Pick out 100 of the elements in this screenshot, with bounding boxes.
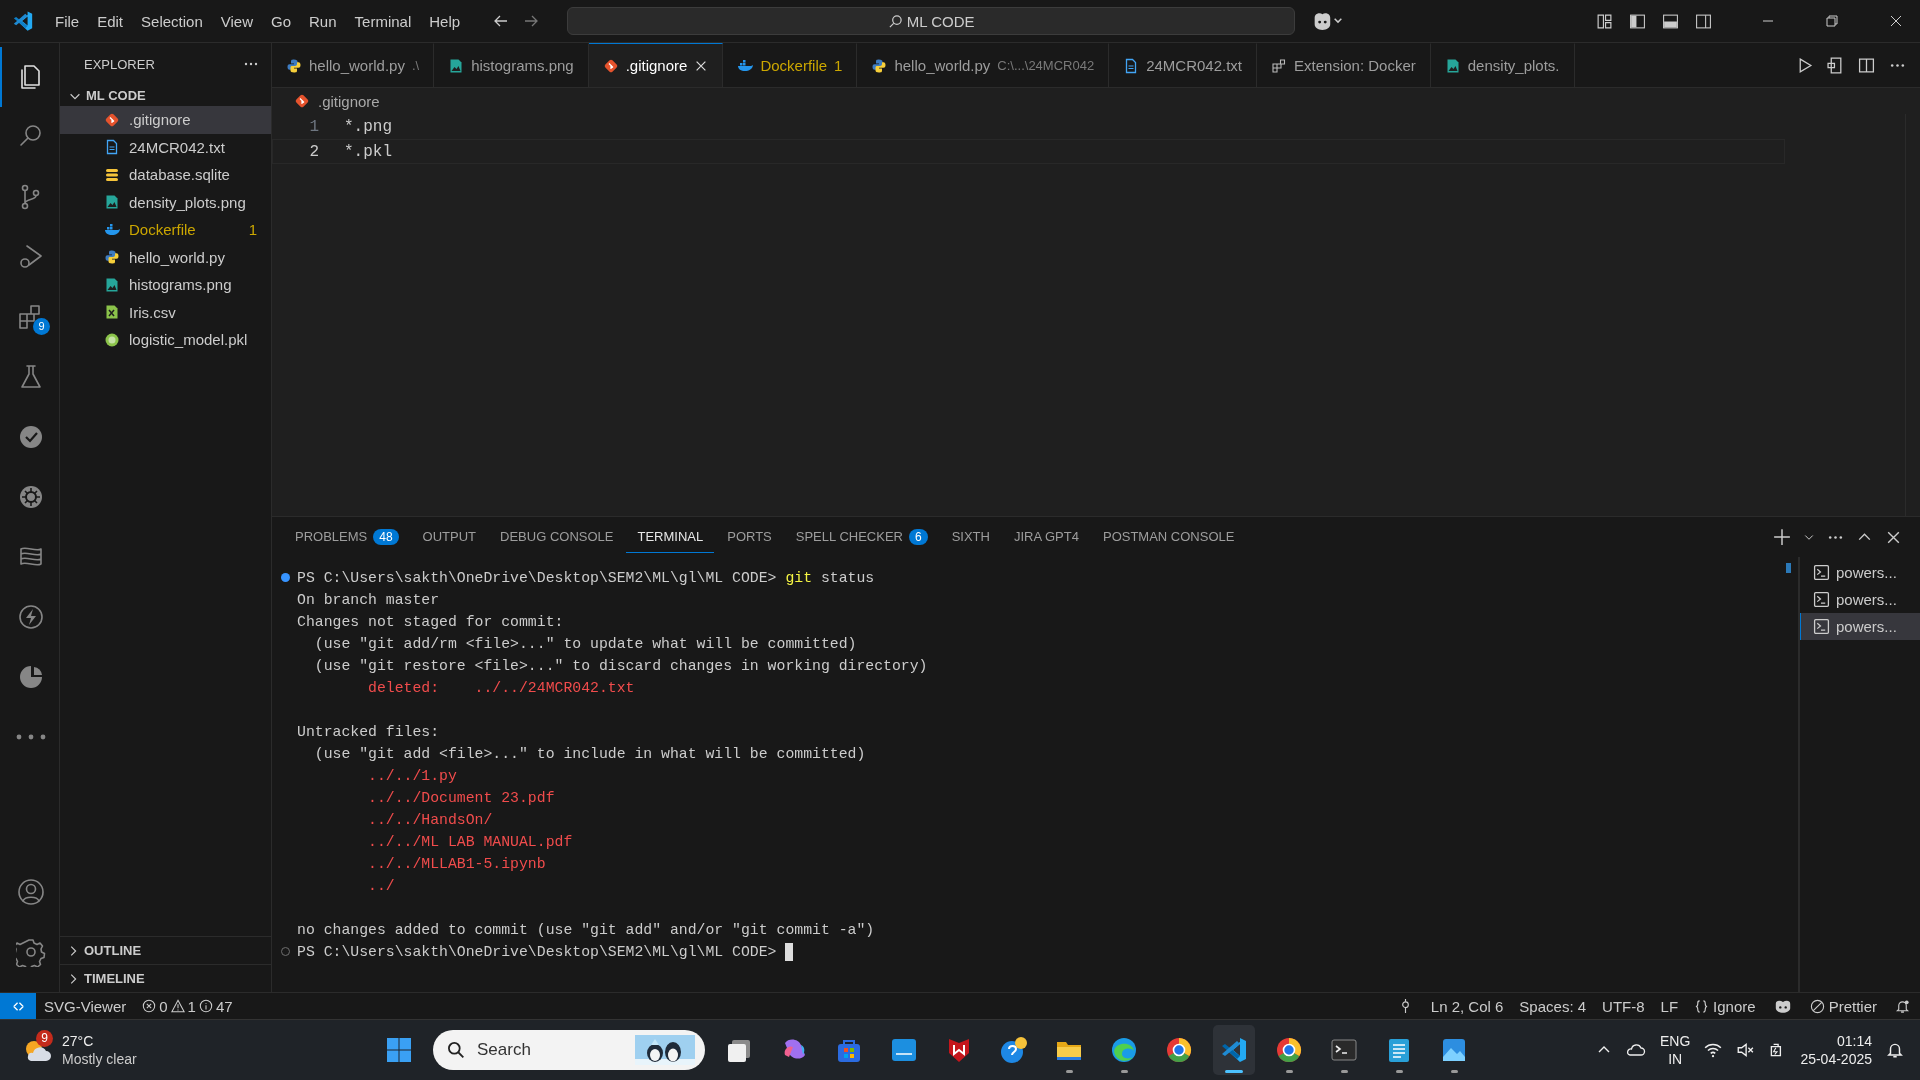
cloud-icon[interactable] bbox=[1626, 1042, 1647, 1058]
editor-tab[interactable]: hello_world.py C:\...\24MCR042 bbox=[857, 43, 1110, 87]
tree-item[interactable]: Dockerfile 1 bbox=[60, 216, 271, 244]
menu-item[interactable]: Edit bbox=[88, 8, 133, 34]
tree-item[interactable]: .gitignore bbox=[60, 106, 271, 134]
tree-item[interactable]: density_plots.png bbox=[60, 188, 271, 216]
plus-icon[interactable] bbox=[1773, 528, 1791, 546]
clock[interactable]: 01:14 25-04-2025 bbox=[1800, 1032, 1872, 1068]
wifi-icon[interactable] bbox=[1704, 1041, 1723, 1059]
editor-tab[interactable]: density_plots. bbox=[1430, 43, 1575, 87]
tree-item[interactable]: Iris.csv bbox=[60, 298, 271, 326]
weather-condition: Mostly clear bbox=[62, 1050, 137, 1068]
status-item[interactable]: UTF-8 bbox=[1594, 997, 1653, 1015]
muted-speaker-icon[interactable] bbox=[1736, 1041, 1755, 1059]
split-editor-icon[interactable] bbox=[1858, 56, 1875, 74]
scrollbar-thumb[interactable] bbox=[1786, 563, 1791, 573]
terminal-output: (use "git add/rm <file>..." to update what will be committed) bbox=[313, 636, 857, 652]
status-item[interactable]: Ln 2, Col 6 bbox=[1422, 997, 1512, 1015]
code-line: *.pkl bbox=[344, 142, 392, 161]
section-header[interactable]: OUTLINE bbox=[60, 936, 271, 964]
command-center[interactable]: ML CODE bbox=[567, 7, 1296, 35]
settings-icon bbox=[15, 937, 46, 967]
tree-item[interactable]: database.sqlite bbox=[60, 161, 271, 189]
search-icon bbox=[887, 13, 903, 29]
panel-tab[interactable]: PORTS bbox=[716, 521, 783, 553]
ring-icon[interactable] bbox=[1164, 1035, 1194, 1065]
panel-tab[interactable]: PROBLEMS 48 bbox=[284, 521, 410, 553]
tree-item[interactable]: 24MCR042.txt bbox=[60, 133, 271, 161]
menu-item[interactable]: Run bbox=[300, 8, 346, 34]
tree-item[interactable]: logistic_model.pkl bbox=[60, 326, 271, 354]
panel-tab[interactable]: SPELL CHECKER 6 bbox=[784, 521, 939, 553]
info-icon bbox=[198, 999, 213, 1013]
terminal-output: (use "git add <file>..." to include in what will be committed) bbox=[313, 746, 866, 762]
panel-tab[interactable]: OUTPUT bbox=[411, 521, 488, 553]
info-count: 47 bbox=[215, 997, 233, 1015]
status-item[interactable]: SVG-Viewer bbox=[36, 997, 135, 1015]
weather-widget[interactable]: 9 27°C Mostly clear bbox=[0, 1032, 322, 1068]
command-status-dot[interactable] bbox=[281, 573, 290, 582]
account-icon bbox=[15, 877, 46, 907]
ignore-status[interactable]: Ignore bbox=[1686, 997, 1764, 1015]
close-icon[interactable] bbox=[1888, 13, 1904, 29]
panel-tab[interactable]: TERMINAL bbox=[626, 521, 715, 553]
back-arrow-icon[interactable] bbox=[493, 13, 510, 29]
editor-tab[interactable]: hello_world.py .\ bbox=[272, 43, 435, 87]
panel-toggle-icon[interactable] bbox=[1662, 12, 1679, 30]
activity-bar-item[interactable]: 9 bbox=[0, 287, 59, 347]
browser-icon[interactable] bbox=[1109, 1035, 1139, 1065]
menu-item[interactable]: Terminal bbox=[345, 8, 421, 34]
problems-status[interactable]: 0 1 47 bbox=[134, 997, 241, 1015]
warning-icon bbox=[170, 999, 185, 1013]
terminal-output: ../ bbox=[367, 878, 395, 894]
forward-arrow-icon[interactable] bbox=[523, 13, 540, 29]
terminal-session[interactable]: powers... bbox=[1800, 613, 1920, 640]
sidebar-title: EXPLORER bbox=[84, 56, 155, 72]
panel-tab[interactable]: POSTMAN CONSOLE bbox=[1091, 521, 1246, 553]
editor-tab[interactable]: histograms.png bbox=[434, 43, 589, 87]
breadcrumb-item[interactable]: .gitignore bbox=[318, 92, 380, 110]
running-indicator bbox=[1450, 1070, 1458, 1073]
menu-item[interactable]: File bbox=[46, 8, 89, 34]
formatter-status[interactable]: Prettier bbox=[1801, 997, 1885, 1015]
ring-icon[interactable] bbox=[1274, 1035, 1304, 1065]
bell-icon[interactable] bbox=[1895, 998, 1910, 1014]
search-field[interactable]: Search bbox=[475, 1039, 625, 1061]
menu-item[interactable]: Help bbox=[420, 8, 470, 34]
copilot-icon[interactable] bbox=[1773, 998, 1792, 1014]
terminal-output: ../../HandsOn/ bbox=[367, 812, 493, 828]
tree-item[interactable]: hello_world.py bbox=[60, 243, 271, 271]
terminal-session[interactable]: powers... bbox=[1800, 586, 1920, 613]
editor-tab[interactable]: Extension: Docker bbox=[1257, 43, 1431, 87]
editor-tab[interactable]: .gitignore bbox=[588, 43, 724, 87]
open-preview-icon[interactable] bbox=[1827, 56, 1844, 74]
start-icon[interactable] bbox=[384, 1035, 414, 1065]
folder-header[interactable]: ML CODE bbox=[60, 85, 271, 106]
running-indicator bbox=[1120, 1070, 1128, 1073]
status-item[interactable]: Spaces: 4 bbox=[1511, 997, 1595, 1015]
panel-tab[interactable]: DEBUG CONSOLE bbox=[489, 521, 625, 553]
secondary-sidebar-icon[interactable] bbox=[1695, 12, 1712, 30]
whale-icon bbox=[104, 221, 120, 238]
running-indicator bbox=[1395, 1070, 1403, 1073]
search-bar[interactable]: Search bbox=[433, 1030, 705, 1070]
question-icon[interactable] bbox=[999, 1035, 1029, 1065]
editor-tab[interactable]: Dockerfile 1 bbox=[723, 43, 858, 87]
menu-item[interactable]: Go bbox=[262, 8, 300, 34]
panel-tab[interactable]: SIXTH bbox=[940, 521, 1001, 553]
language-indicator[interactable]: ENG IN bbox=[1660, 1032, 1691, 1068]
running-indicator bbox=[1065, 1070, 1073, 1073]
status-item[interactable]: LF bbox=[1652, 997, 1687, 1015]
temperature: 27°C bbox=[62, 1032, 95, 1050]
notification-icon[interactable] bbox=[1886, 1041, 1904, 1059]
panel-tab[interactable]: JIRA GPT4 bbox=[1002, 521, 1090, 553]
remote-button[interactable] bbox=[0, 993, 36, 1019]
editor-tab[interactable]: 24MCR042.txt bbox=[1109, 43, 1258, 87]
restore-icon[interactable] bbox=[1824, 13, 1840, 29]
menu-item[interactable]: Selection bbox=[132, 8, 212, 34]
menu-item[interactable]: View bbox=[211, 8, 262, 34]
tree-item[interactable]: histograms.png bbox=[60, 271, 271, 299]
line-number: 2 bbox=[308, 142, 320, 161]
sidebar-toggle-icon[interactable] bbox=[1629, 12, 1646, 30]
layout-icon[interactable] bbox=[1596, 12, 1613, 30]
terminal-session[interactable]: powers... bbox=[1800, 559, 1920, 586]
